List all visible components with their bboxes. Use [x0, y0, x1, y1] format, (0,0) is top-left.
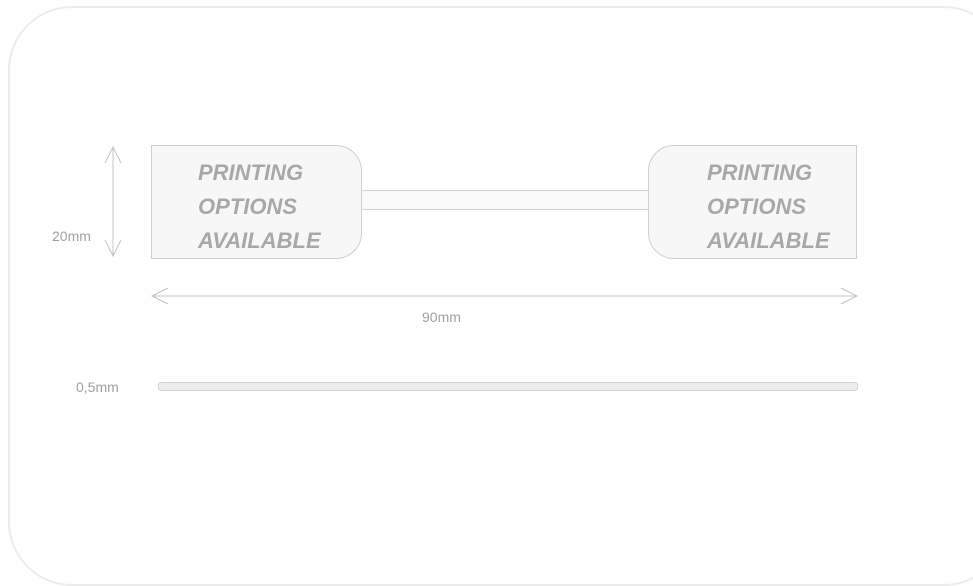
thickness-label: 0,5mm	[76, 379, 119, 395]
height-label: 20mm	[52, 228, 91, 244]
thickness-bar	[158, 382, 858, 391]
dimension-arrows	[104, 145, 859, 305]
width-label: 90mm	[422, 309, 461, 325]
